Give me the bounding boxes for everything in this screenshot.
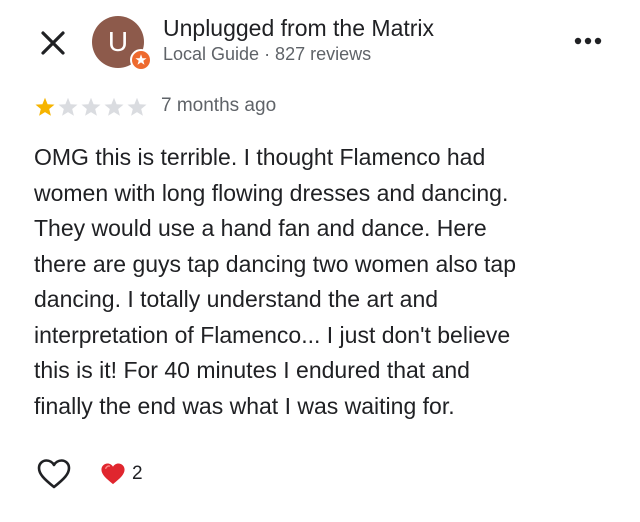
review-detail-page: U Unplugged from the Matrix Local Guide … (0, 0, 640, 522)
reaction-count: 2 (132, 463, 143, 484)
review-line: dancing. I totally understand the art an… (34, 286, 439, 312)
close-button[interactable] (38, 28, 68, 58)
local-guide-star-icon (132, 51, 150, 69)
review-line: OMG this is terrible. I thought Flamenco… (34, 144, 486, 170)
review-line: there are guys tap dancing two women als… (34, 250, 517, 277)
star-empty-icon (80, 96, 102, 118)
star-empty-icon (57, 96, 79, 118)
review-line: interpretation of Flamenco... I just don… (34, 321, 511, 348)
star-rating (34, 96, 148, 118)
more-options-icon (572, 34, 604, 48)
red-heart-icon (100, 462, 126, 486)
local-guide-badge (130, 49, 152, 71)
reviewer-avatar[interactable]: U (92, 16, 158, 72)
star-empty-icon (103, 96, 125, 118)
like-button[interactable] (36, 458, 72, 490)
star-filled-icon (34, 96, 56, 118)
review-line: They would use a hand fan and dance. Her… (34, 215, 487, 241)
review-date: 7 months ago (161, 95, 277, 116)
heart-outline-icon (36, 458, 72, 490)
review-line: finally the end was what I was waiting f… (34, 392, 455, 419)
review-line: women with long flowing dresses and danc… (34, 179, 509, 206)
review-line: this is it! For 40 minutes I endured tha… (34, 357, 470, 383)
star-empty-icon (126, 96, 148, 118)
review-text: OMG this is terrible. I thought Flamenco… (34, 140, 614, 424)
reaction-summary[interactable]: 2 (100, 460, 143, 488)
reviewer-meta: Local Guide · 827 reviews (163, 44, 372, 64)
reviewer-name[interactable]: Unplugged from the Matrix (163, 15, 434, 42)
close-icon (38, 28, 68, 58)
more-options-button[interactable] (572, 34, 604, 48)
